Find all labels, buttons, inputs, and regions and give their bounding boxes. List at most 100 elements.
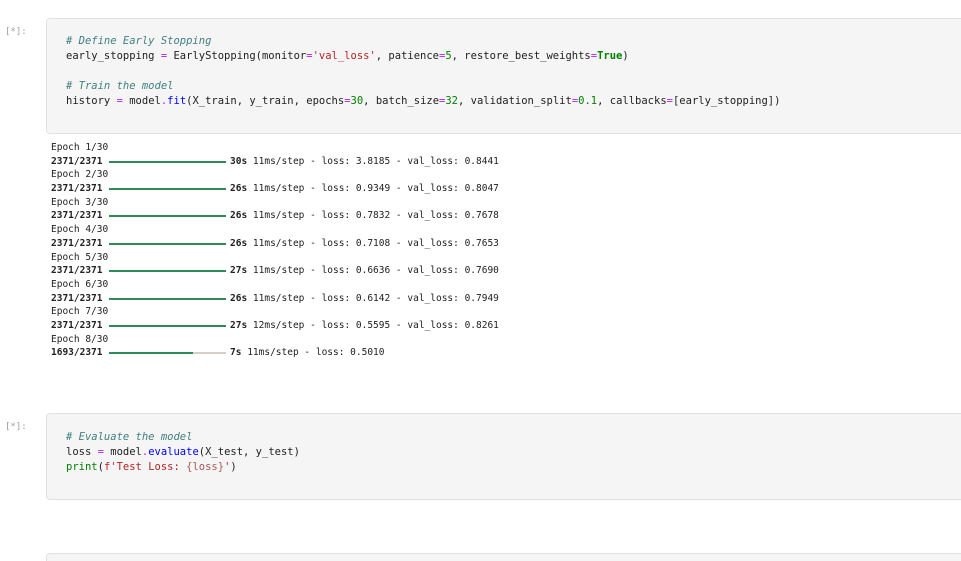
epoch-progress-line: 2371/2371 30s 11ms/step - loss: 3.8185 - … (51, 155, 499, 169)
loss-value: loss: 0.7832 (321, 210, 391, 222)
code-token: print (66, 461, 98, 473)
code-token: {loss} (186, 461, 225, 473)
val-loss-value: val_loss: 0.7949 (407, 292, 499, 304)
code-cell-next[interactable] (46, 553, 961, 561)
loss-value: loss: 0.5595 (321, 319, 391, 331)
epoch-progress-line: 2371/2371 26s 11ms/step - loss: 0.7832 - … (51, 209, 499, 223)
code-token: , callbacks (597, 95, 667, 107)
epoch-progress-line: 2371/2371 26s 11ms/step - loss: 0.6142 - … (51, 292, 499, 306)
progress-bar-fill (109, 215, 226, 218)
loss-value: loss: 0.6142 (321, 292, 391, 304)
progress-bar-fill (109, 160, 226, 163)
cell-prompt: [*]: (5, 422, 27, 432)
step-count: 2371/2371 (51, 237, 103, 249)
epoch-time: 30s (230, 155, 248, 167)
epoch-label: Epoch 5/30 (51, 251, 109, 263)
epoch-time: 26s (230, 210, 248, 222)
epoch-label: Epoch 1/30 (51, 142, 109, 153)
epoch-time: 26s (230, 237, 248, 249)
code-token: , validation_split (458, 95, 572, 107)
code-token: EarlyStopping(monitor (167, 50, 307, 62)
val-loss-value: val_loss: 0.7678 (407, 210, 499, 222)
epoch-metrics: 26s 11ms/step - loss: 0.7108 - val_loss:… (230, 237, 499, 249)
code-token: # Train the model (66, 80, 174, 92)
progress-bar (109, 160, 226, 163)
code-line: loss = model.evaluate(X_test, y_test) (66, 445, 300, 460)
per-step-time: 11ms/step (252, 292, 305, 304)
progress-bar-fill (109, 270, 226, 273)
epoch-metrics: 26s 11ms/step - loss: 0.7832 - val_loss:… (230, 210, 499, 222)
code-token: 30 (350, 95, 364, 107)
code-token: (X_test, y_test) (198, 446, 300, 458)
code-token: loss (66, 446, 98, 458)
epoch-progress-line: 2371/2371 26s 11ms/step - loss: 0.9349 - … (51, 182, 499, 196)
epoch-metrics: 27s 11ms/step - loss: 0.6636 - val_loss:… (230, 265, 499, 277)
code-line: early_stopping = EarlyStopping(monitor='… (66, 49, 780, 64)
code-line: # Define Early Stopping (66, 34, 780, 49)
progress-bar (109, 270, 226, 273)
progress-bar (109, 352, 226, 355)
step-count: 2371/2371 (51, 210, 103, 222)
per-step-time: 12ms/step (252, 319, 305, 331)
epoch-progress-line: 2371/2371 27s 12ms/step - loss: 0.5595 - … (51, 319, 499, 333)
epoch-progress-line: 2371/2371 27s 11ms/step - loss: 0.6636 - … (51, 264, 499, 278)
epoch-progress-line: 1693/2371 7s 11ms/step - loss: 0.5010 (51, 346, 384, 360)
step-count: 2371/2371 (51, 155, 103, 167)
val-loss-value: val_loss: 0.8441 (407, 155, 499, 167)
code-line: print(f'Test Loss: {loss}') (66, 460, 300, 475)
code-token: fit (167, 95, 187, 107)
code-token: (X_train, y_train, epochs (186, 95, 345, 107)
code-token: 32 (445, 95, 459, 107)
epoch-label: Epoch 4/30 (51, 224, 109, 236)
code-line: history = model.fit(X_train, y_train, ep… (66, 94, 780, 109)
code-token: 'val_loss' (312, 50, 376, 62)
epoch-time: 26s (230, 292, 248, 304)
code-token: # Define Early Stopping (66, 35, 212, 47)
loss-value: loss: 0.6636 (321, 265, 391, 277)
code-token: ) (622, 50, 629, 62)
per-step-time: 11ms/step (252, 155, 305, 167)
code-token: , patience (375, 50, 439, 62)
epoch-progress-line: 2371/2371 26s 11ms/step - loss: 0.7108 - … (51, 237, 499, 251)
notebook: [*]: # Define Early Stopping early_stoppi… (0, 0, 961, 561)
code-editor[interactable]: # Define Early Stopping early_stopping = … (66, 34, 780, 109)
code-token: history (66, 95, 117, 107)
progress-bar-fill (109, 352, 193, 355)
code-token: model (122, 95, 161, 107)
per-step-time: 11ms/step (252, 265, 305, 277)
code-token: True (597, 50, 623, 62)
per-step-time: 11ms/step (252, 210, 305, 222)
step-count: 2371/2371 (51, 319, 103, 331)
progress-bar-fill (109, 297, 226, 300)
epoch-metrics: 30s 11ms/step - loss: 3.8185 - val_loss:… (230, 155, 499, 167)
progress-bar (109, 242, 226, 245)
progress-bar (109, 324, 226, 327)
progress-bar-fill (109, 242, 226, 245)
epoch-metrics: 26s 11ms/step - loss: 0.9349 - val_loss:… (230, 183, 499, 195)
epoch-label: Epoch 8/30 (51, 333, 109, 345)
progress-bar (109, 215, 226, 218)
code-token: # Evaluate the model (66, 431, 193, 443)
code-token: , restore_best_weights (451, 50, 591, 62)
epoch-label: Epoch 7/30 (51, 306, 109, 318)
epoch-label: Epoch 6/30 (51, 278, 109, 290)
code-line: # Train the model (66, 79, 780, 94)
val-loss-value: val_loss: 0.8047 (407, 183, 499, 195)
progress-bar-fill (109, 324, 226, 327)
per-step-time: 11ms/step (252, 183, 305, 195)
progress-bar (109, 188, 226, 191)
step-count: 2371/2371 (51, 292, 103, 304)
cell-prompt: [*]: (5, 27, 27, 37)
epoch-time: 27s (230, 319, 248, 331)
epoch-time: 26s (230, 183, 248, 195)
code-editor[interactable]: # Evaluate the model loss = model.evaluat… (66, 430, 300, 475)
code-token: early_stopping (66, 50, 161, 62)
code-token: [early_stopping]) (672, 95, 781, 107)
epoch-metrics: 27s 12ms/step - loss: 0.5595 - val_loss:… (230, 319, 499, 331)
loss-value: loss: 3.8185 (321, 155, 391, 167)
code-token: , batch_size (363, 95, 440, 107)
val-loss-value: val_loss: 0.8261 (407, 319, 499, 331)
per-step-time: 11ms/step (247, 347, 299, 359)
code-token: f'Test Loss: (103, 461, 187, 473)
